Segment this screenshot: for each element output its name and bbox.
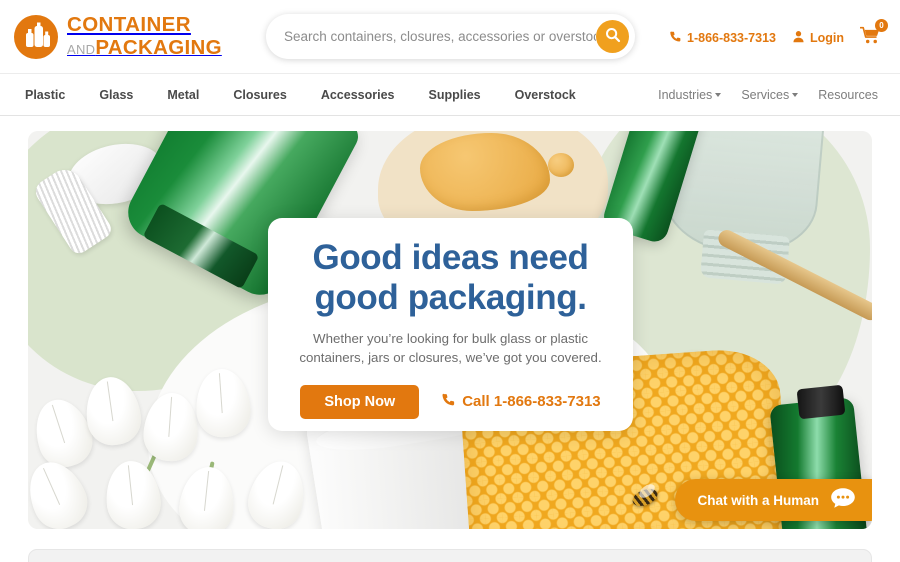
cart-count-badge: 0: [875, 19, 888, 32]
chat-bubble-icon: [830, 487, 856, 514]
search-submit-button[interactable]: [596, 20, 629, 53]
hero-call-link[interactable]: Call 1-866-833-7313: [441, 392, 601, 411]
search-bar[interactable]: [266, 14, 635, 59]
hero-cta-group: Shop Now Call 1-866-833-7313: [300, 384, 601, 419]
shop-now-button[interactable]: Shop Now: [300, 384, 420, 419]
main-navigation: Plastic Glass Metal Closures Accessories…: [0, 74, 900, 116]
user-icon: [792, 30, 805, 46]
nav-item-closures[interactable]: Closures: [216, 88, 304, 102]
logo-wordmark: CONTAINER ANDPACKAGING: [67, 13, 222, 59]
logo-line-packaging: ANDPACKAGING: [67, 35, 222, 59]
chevron-down-icon: [715, 93, 722, 98]
hero-banner: Good ideas need good packaging. Whether …: [28, 131, 872, 529]
nav-item-services[interactable]: Services: [731, 88, 808, 102]
hero-headline-line1: Good ideas need: [312, 238, 589, 277]
login-link[interactable]: Login: [792, 30, 844, 46]
phone-icon: [669, 30, 682, 46]
cart-button[interactable]: 0: [859, 19, 888, 50]
search-input[interactable]: [284, 29, 596, 44]
nav-primary-group: Plastic Glass Metal Closures Accessories…: [8, 88, 593, 102]
chevron-down-icon: [792, 93, 799, 98]
nav-item-supplies[interactable]: Supplies: [412, 88, 498, 102]
phone-icon: [441, 392, 456, 411]
utility-links: 1-866-833-7313 Login 0: [669, 19, 888, 50]
nav-item-industries[interactable]: Industries: [648, 88, 731, 102]
hero-subtext-line2: containers, jars or closures, we’ve got …: [299, 349, 602, 365]
hero-section: Good ideas need good packaging. Whether …: [0, 116, 900, 529]
hero-headline-line2: good packaging.: [314, 277, 587, 317]
nav-secondary-group: Industries Services Resources: [648, 88, 888, 102]
chat-label: Chat with a Human: [697, 492, 819, 508]
top-utility-bar: CONTAINER ANDPACKAGING 1-866-833-731: [0, 0, 900, 74]
hero-call-label: Call 1-866-833-7313: [462, 393, 601, 411]
hero-headline: Good ideas need good packaging.: [313, 238, 589, 317]
cart-icon: [859, 26, 882, 49]
green-bottle-cap-image: [796, 384, 846, 420]
logo-line-container: CONTAINER: [67, 13, 191, 36]
logo-and-text: AND: [67, 41, 96, 57]
hero-subtext-line1: Whether you’re looking for bulk glass or…: [313, 331, 588, 347]
phone-number-text: 1-866-833-7313: [687, 31, 776, 45]
nav-item-metal[interactable]: Metal: [150, 88, 216, 102]
logo-bottles-icon: [14, 14, 58, 59]
nav-item-plastic[interactable]: Plastic: [8, 88, 82, 102]
nav-item-resources[interactable]: Resources: [808, 88, 888, 102]
honey-drop-image: [548, 153, 574, 177]
hero-content-card: Good ideas need good packaging. Whether …: [268, 218, 633, 431]
search-icon: [605, 27, 621, 46]
hero-subtext: Whether you’re looking for bulk glass or…: [299, 330, 601, 368]
chat-with-human-button[interactable]: Chat with a Human: [675, 479, 872, 521]
phone-link[interactable]: 1-866-833-7313: [669, 30, 776, 46]
site-logo[interactable]: CONTAINER ANDPACKAGING: [14, 13, 222, 59]
nav-industries-label: Industries: [658, 87, 713, 102]
next-section-card: [28, 549, 872, 562]
nav-item-glass[interactable]: Glass: [82, 88, 150, 102]
nav-item-accessories[interactable]: Accessories: [304, 88, 412, 102]
nav-item-overstock[interactable]: Overstock: [498, 88, 593, 102]
logo-packaging-text: PACKAGING: [95, 35, 222, 59]
login-label: Login: [809, 31, 844, 45]
nav-services-label: Services: [741, 87, 790, 102]
honey-puddle-image: [420, 133, 550, 211]
